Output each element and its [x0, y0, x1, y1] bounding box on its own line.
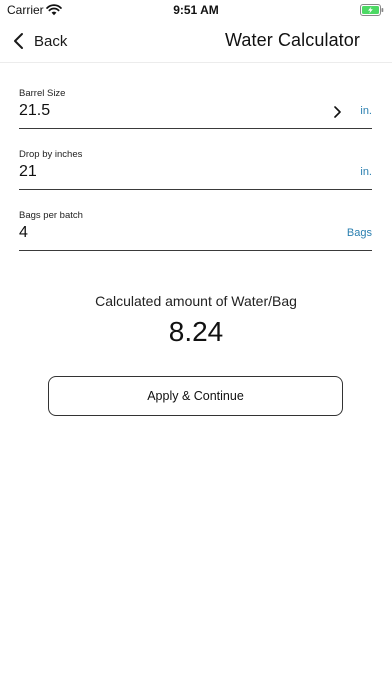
bags-per-batch-unit: Bags: [346, 227, 372, 239]
result-value: 8.24: [168, 316, 224, 347]
chevron-left-icon: [14, 33, 23, 49]
drop-by-inches-value[interactable]: 21: [19, 163, 37, 181]
status-time: 9:51 AM: [173, 3, 219, 17]
bags-per-batch-label: Bags per batch: [19, 210, 83, 221]
drop-by-inches-label: Drop by inches: [19, 149, 83, 160]
back-label: Back: [34, 32, 68, 50]
back-button[interactable]: Back: [12, 28, 67, 54]
battery-charging-icon: [360, 4, 384, 16]
apply-continue-button[interactable]: Apply & Continue: [48, 376, 343, 416]
barrel-size-label: Barrel Size: [19, 88, 66, 99]
bags-per-batch-field[interactable]: Bags per batch 4 Bags: [19, 210, 372, 251]
page-title: Water Calculator: [225, 30, 360, 50]
status-bar: Carrier 9:51 AM: [0, 0, 392, 20]
chevron-right-icon[interactable]: [333, 106, 342, 118]
barrel-size-unit: in.: [360, 105, 372, 117]
barrel-size-value[interactable]: 21.5: [19, 102, 50, 120]
result-label: Calculated amount of Water/Bag: [95, 293, 297, 309]
navigation-bar: Back Water Calculator: [0, 20, 392, 63]
barrel-size-field[interactable]: Barrel Size 21.5 in.: [19, 88, 372, 129]
drop-by-inches-field[interactable]: Drop by inches 21 in.: [19, 149, 372, 190]
bags-per-batch-value[interactable]: 4: [19, 224, 28, 242]
drop-by-inches-unit: in.: [360, 166, 372, 178]
